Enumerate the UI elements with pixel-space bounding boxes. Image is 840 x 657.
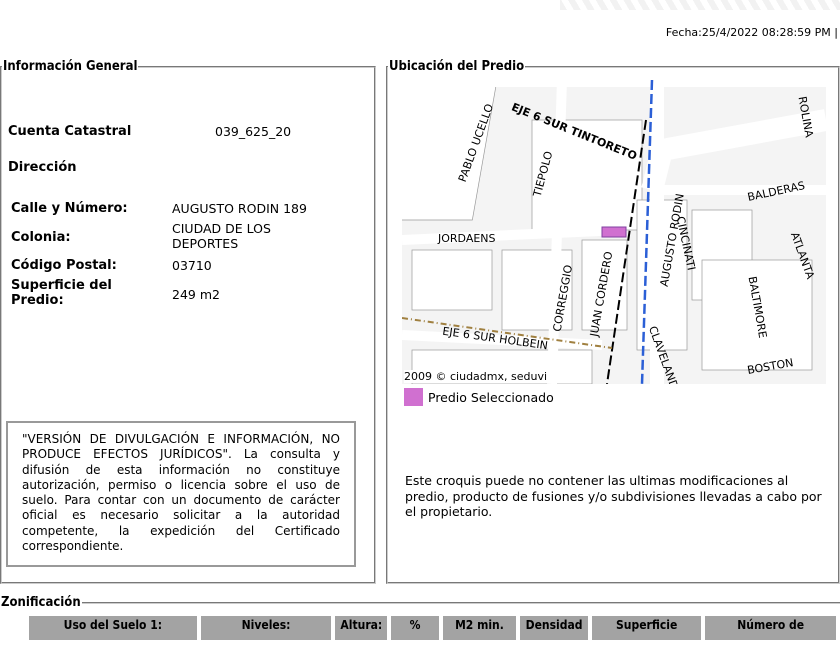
superficie-value: 249 m2 xyxy=(172,287,220,302)
map-note: Este croquis puede no contener las ultim… xyxy=(405,473,822,519)
date-stamp: Fecha:25/4/2022 08:28:59 PM | xyxy=(665,26,838,39)
colonia-value: CIUDAD DE LOS DEPORTES xyxy=(172,221,271,251)
col-niveles: Niveles: xyxy=(200,616,332,640)
col-m2-min: M2 min. xyxy=(442,616,517,640)
calle-value: AUGUSTO RODIN 189 xyxy=(172,201,307,216)
cp-label: Código Postal: xyxy=(11,258,117,273)
general-info-title: Información General xyxy=(3,59,138,74)
predio-legend-label: Predio Seleccionado xyxy=(428,390,554,405)
col-densidad: Densidad xyxy=(520,616,589,640)
location-map[interactable]: EJE 6 SUR TINTORETO PABLO UCELLO TIEPOLO… xyxy=(402,80,826,384)
col-numero: Número de xyxy=(705,616,836,640)
header-decoration xyxy=(560,0,840,10)
superficie-label: Superficie del Predio: xyxy=(11,278,112,308)
direccion-label: Dirección xyxy=(8,160,77,175)
zoning-title: Zonificación xyxy=(1,595,81,610)
selected-parcel[interactable] xyxy=(601,226,627,238)
cp-value: 03710 xyxy=(172,258,212,273)
col-superficie: Superficie xyxy=(592,616,702,640)
colonia-label: Colonia: xyxy=(11,230,71,245)
cuenta-value: 039_625_20 xyxy=(215,124,292,139)
predio-swatch xyxy=(404,388,423,406)
calle-label: Calle y Número: xyxy=(11,201,128,216)
map-copyright: 2009 © ciudadmx, seduvi xyxy=(404,370,548,383)
col-altura: Altura: xyxy=(335,616,388,640)
location-title: Ubicación del Predio xyxy=(389,59,525,74)
street-label: JORDAENS xyxy=(438,232,496,245)
disclaimer-notice: "VERSIÓN DE DIVULGACIÓN E INFORMACIÓN, N… xyxy=(6,421,356,567)
zoning-table: Uso del Suelo 1: Niveles: Altura: % M2 m… xyxy=(25,616,840,640)
col-uso-suelo: Uso del Suelo 1: xyxy=(29,616,197,640)
col-porcentaje: % xyxy=(391,616,439,640)
cuenta-label: Cuenta Catastral xyxy=(8,124,132,139)
